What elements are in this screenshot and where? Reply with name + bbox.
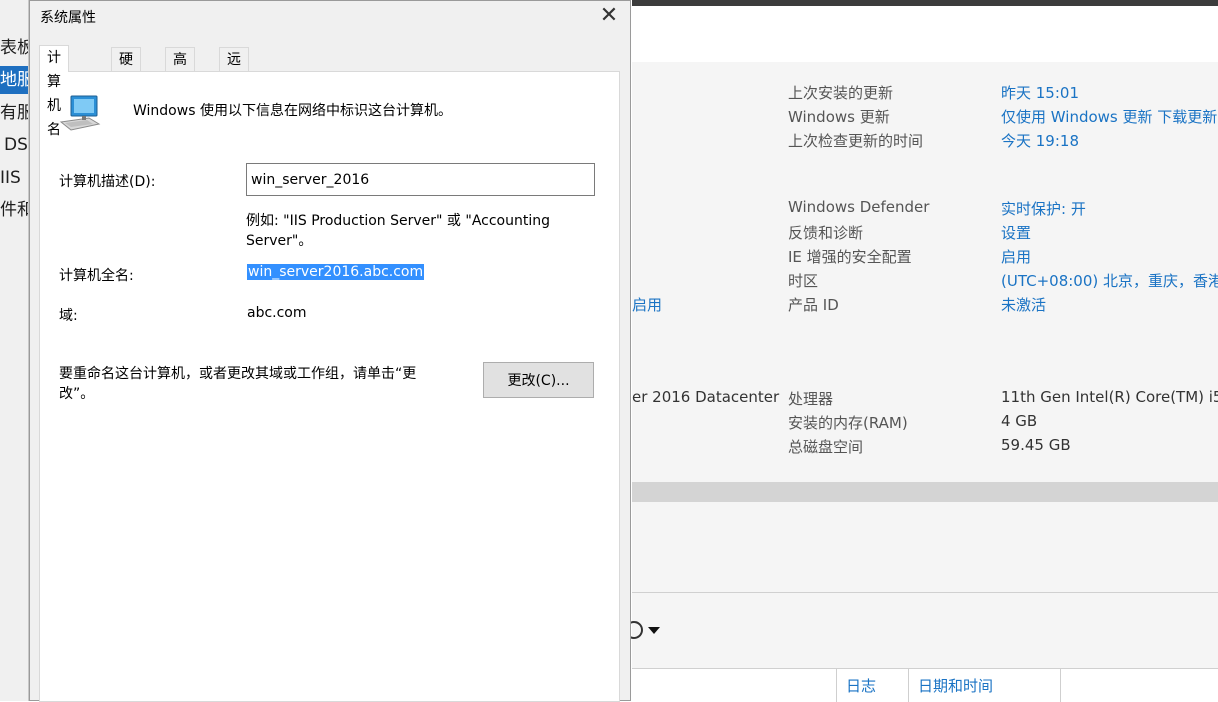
prop-value-link[interactable]: 实时保护: 开 [1001,198,1086,219]
prop-value-link[interactable]: 今天 19:18 [1001,130,1079,151]
prop-value-link[interactable]: 未激活 [1001,294,1046,315]
example-text: 例如: "IIS Production Server" 或 "Accountin… [246,213,551,229]
sidebar-item-dashboard[interactable]: 表板 [0,34,28,62]
prop-label: 上次安装的更新 [788,84,894,102]
system-properties-dialog: 系统属性 ✕ 计算机名 硬件 高级 远程 Windows 使用以下信息在网络中标… [29,0,631,702]
prop-label: Windows 更新 [788,108,890,126]
domain-label: 域: [59,308,78,324]
computer-description-input[interactable] [246,163,595,196]
prop-label: Windows Defender [788,198,930,216]
rename-instructions-cont: 改”。 [59,386,95,402]
prop-value-link[interactable]: 昨天 15:01 [1001,82,1079,103]
close-button[interactable]: ✕ [596,3,622,29]
background-toolbar [628,592,1218,669]
chevron-down-icon [648,627,660,634]
rename-instructions: 要重命名这台计算机，或者更改其域或工作组，请单击“更 [59,366,417,382]
tab-computer-name[interactable]: 计算机名 [39,45,69,138]
example-text-cont: Server"。 [246,233,313,249]
events-panel [632,502,1218,592]
prop-label: 总磁盘空间 [788,438,864,456]
prop-value-link[interactable]: (UTC+08:00) 北京，重庆，香港特 [1001,270,1218,291]
tab-hardware[interactable]: 硬件 [111,47,141,92]
prop-value: 4 GB [1001,412,1038,430]
change-button[interactable]: 更改(C)... [483,362,594,398]
prop-label: 产品 ID [788,296,839,314]
prop-value-link[interactable]: 仅使用 Windows 更新 下载更新 [1001,106,1217,127]
prop-value: 59.45 GB [1001,436,1071,454]
background-header [632,6,1218,63]
domain-value: abc.com [247,305,307,321]
clipped-link[interactable]: 启用 [632,294,662,315]
sidebar-item-file-services[interactable]: 件和 [0,196,28,224]
sidebar-item-all-servers[interactable]: 有服 [0,99,28,127]
sidebar-item-iis[interactable]: IIS [0,164,28,192]
sidebar-item-ad-ds[interactable]: DS [4,131,28,159]
settings-icon[interactable] [628,615,668,645]
tab-remote[interactable]: 远程 [219,47,249,92]
section-divider [632,482,1218,502]
dialog-title: 系统属性 [40,10,96,26]
prop-label: 上次检查更新的时间 [788,132,924,150]
tab-advanced[interactable]: 高级 [165,47,195,92]
computer-icon [59,95,101,131]
background-bottom-bar: 日志 日期和时间 [632,668,1218,702]
description-label: 计算机描述(D): [59,174,156,190]
prop-label: 处理器 [788,390,834,408]
intro-text: Windows 使用以下信息在网络中标识这台计算机。 [133,103,452,119]
date-time-link[interactable]: 日期和时间 [918,675,993,696]
tab-panel-computer-name: Windows 使用以下信息在网络中标识这台计算机。 计算机描述(D): 例如:… [39,71,620,702]
prop-value: 11th Gen Intel(R) Core(TM) i5- [1001,388,1218,406]
prop-label: 时区 [788,272,819,290]
prop-value-link[interactable]: 设置 [1001,222,1031,243]
fullname-label: 计算机全名: [59,268,134,284]
prop-label: 反馈和诊断 [788,224,864,242]
sidebar-item-local-server[interactable]: 地服 [0,66,28,94]
prop-value-link[interactable]: 启用 [1001,246,1031,267]
os-version-text: er 2016 Datacenter [632,388,780,406]
prop-label: 安装的内存(RAM) [788,414,908,432]
full-computer-name-value[interactable]: win_server2016.abc.com [247,264,425,280]
prop-label: IE 增强的安全配置 [788,248,912,266]
background-sidebar: 表板 地服 有服 DS IIS 件和 [0,0,29,701]
server-properties-panel: 上次安装的更新 昨天 15:01 Windows 更新 仅使用 Windows … [632,62,1218,482]
logs-link[interactable]: 日志 [846,675,876,696]
